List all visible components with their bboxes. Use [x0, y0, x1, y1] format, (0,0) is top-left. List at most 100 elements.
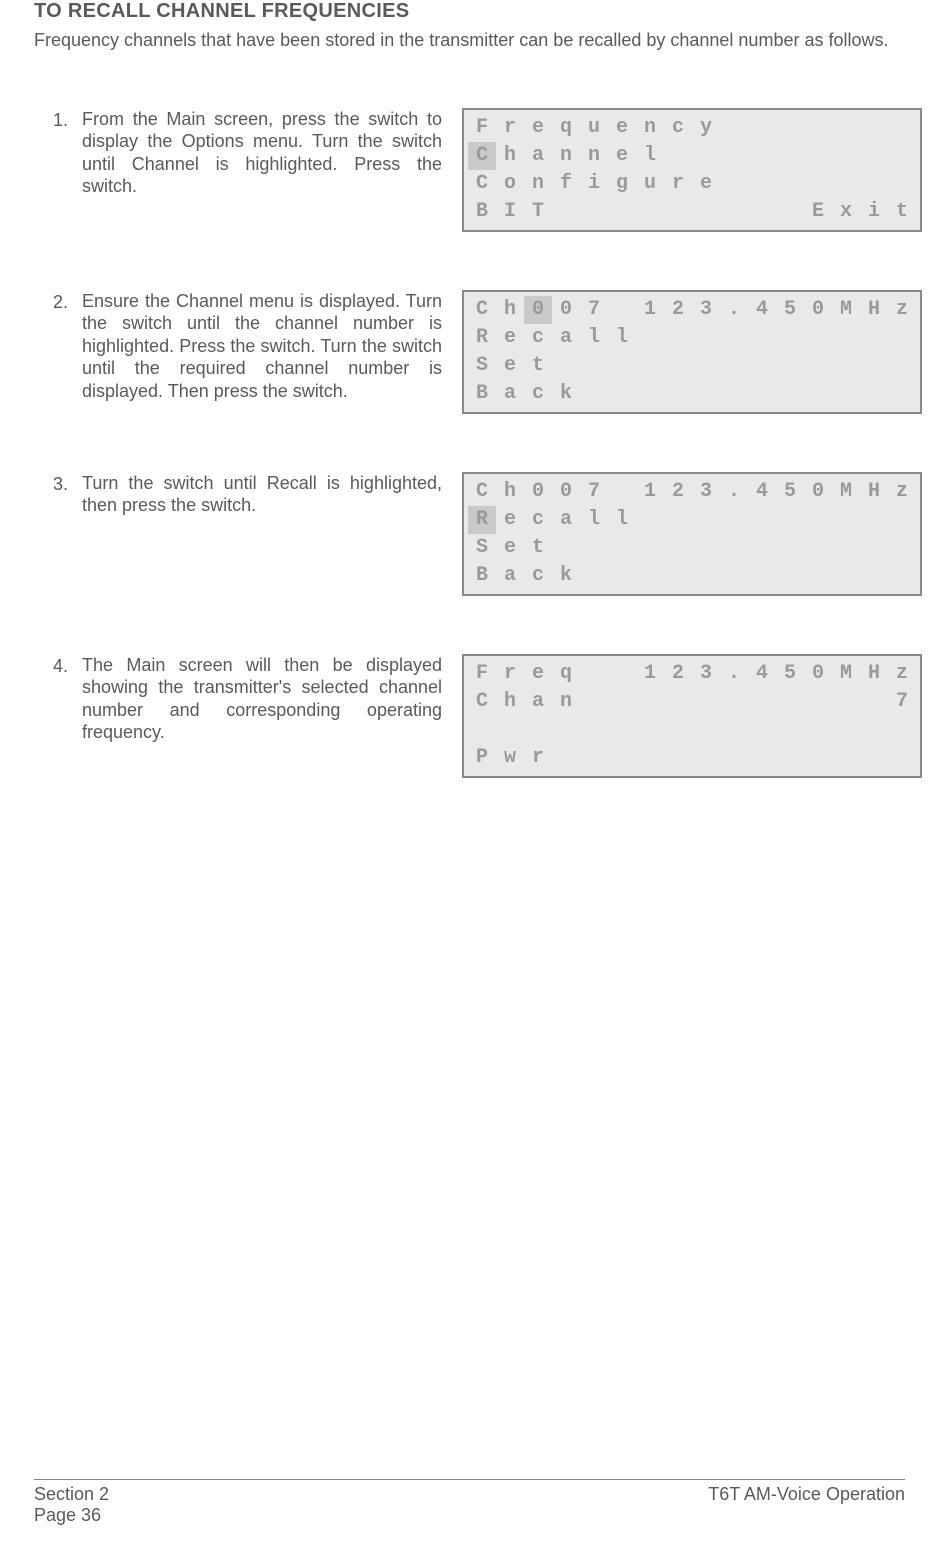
lcd-cell: q — [552, 660, 580, 688]
lcd-cell — [776, 142, 804, 170]
lcd-cell: F — [468, 660, 496, 688]
lcd-cell: e — [692, 170, 720, 198]
lcd-cell — [580, 380, 608, 408]
lcd-cell: n — [552, 688, 580, 716]
lcd-cell — [804, 562, 832, 590]
lcd-cell: c — [524, 562, 552, 590]
lcd-cell: w — [496, 744, 524, 772]
lcd-cell: l — [608, 324, 636, 352]
lcd-cell — [636, 716, 664, 744]
lcd-cell — [748, 352, 776, 380]
lcd-cell: H — [860, 296, 888, 324]
lcd-cell: r — [496, 660, 524, 688]
lcd-row: BITExit — [468, 198, 916, 226]
lcd-cell: a — [496, 380, 524, 408]
lcd-cell: . — [720, 478, 748, 506]
lcd-cell — [720, 716, 748, 744]
lcd-cell — [580, 534, 608, 562]
lcd-cell — [748, 716, 776, 744]
lcd-cell — [692, 198, 720, 226]
lcd-cell: l — [608, 506, 636, 534]
lcd-cell — [552, 716, 580, 744]
lcd-cell — [748, 324, 776, 352]
lcd-cell — [832, 352, 860, 380]
lcd-cell — [888, 170, 916, 198]
lcd-cell — [608, 744, 636, 772]
lcd-cell — [888, 324, 916, 352]
footer-section: Section 2 — [34, 1484, 109, 1505]
lcd-cell: I — [496, 198, 524, 226]
lcd-cell — [636, 352, 664, 380]
step-number: 1. — [34, 108, 82, 131]
lcd-cell — [664, 562, 692, 590]
lcd-cell — [776, 324, 804, 352]
step: 3.Turn the switch until Recall is highli… — [34, 472, 905, 596]
lcd-cell — [720, 562, 748, 590]
lcd-cell — [804, 506, 832, 534]
lcd-cell — [804, 744, 832, 772]
lcd-row: Channel — [468, 142, 916, 170]
lcd-cell: l — [580, 506, 608, 534]
lcd-cell — [692, 562, 720, 590]
lcd-cell: g — [608, 170, 636, 198]
lcd-cell — [692, 534, 720, 562]
lcd-cell: 0 — [524, 296, 552, 324]
lcd-row: Set — [468, 534, 916, 562]
step-text: The Main screen will then be displayed s… — [82, 654, 452, 744]
lcd-cell: H — [860, 478, 888, 506]
lcd-cell: e — [524, 114, 552, 142]
lcd-cell — [636, 324, 664, 352]
lcd-cell — [468, 716, 496, 744]
lcd-cell — [636, 744, 664, 772]
lcd-cell: e — [496, 324, 524, 352]
lcd-cell — [888, 142, 916, 170]
lcd-cell — [860, 114, 888, 142]
lcd-cell: n — [552, 142, 580, 170]
section-title: TO RECALL CHANNEL FREQUENCIES — [34, 0, 905, 23]
lcd-cell: M — [832, 296, 860, 324]
lcd-cell: o — [496, 170, 524, 198]
lcd-cell — [608, 562, 636, 590]
lcd-cell — [888, 506, 916, 534]
lcd-cell — [748, 744, 776, 772]
lcd-cell — [832, 324, 860, 352]
lcd-cell — [636, 688, 664, 716]
lcd-cell — [776, 688, 804, 716]
lcd-cell — [692, 506, 720, 534]
lcd-cell — [636, 198, 664, 226]
lcd-cell: F — [468, 114, 496, 142]
lcd-cell — [720, 688, 748, 716]
lcd-cell — [748, 142, 776, 170]
lcd-cell: 5 — [776, 478, 804, 506]
lcd-cell: h — [496, 296, 524, 324]
lcd-cell — [888, 534, 916, 562]
lcd-cell: z — [888, 296, 916, 324]
lcd-row: Ch007123.450MHz — [468, 478, 916, 506]
lcd-cell: M — [832, 660, 860, 688]
lcd-cell: r — [496, 114, 524, 142]
lcd-cell — [580, 198, 608, 226]
lcd-cell: e — [496, 506, 524, 534]
lcd-cell — [776, 562, 804, 590]
lcd-cell — [692, 716, 720, 744]
lcd-cell: h — [496, 478, 524, 506]
lcd-cell: e — [496, 534, 524, 562]
lcd-cell: S — [468, 352, 496, 380]
lcd-cell — [552, 744, 580, 772]
lcd-cell — [860, 324, 888, 352]
lcd-cell: B — [468, 198, 496, 226]
lcd-display: Ch007123.450MHzRecallSetBack — [462, 472, 922, 596]
lcd-cell — [804, 534, 832, 562]
lcd-row: Set — [468, 352, 916, 380]
lcd-cell — [664, 324, 692, 352]
lcd-display: Ch007123.450MHzRecallSetBack — [462, 290, 922, 414]
lcd-cell — [608, 352, 636, 380]
lcd-cell: c — [524, 506, 552, 534]
lcd-cell — [832, 142, 860, 170]
step-number: 2. — [34, 290, 82, 313]
lcd-cell — [720, 744, 748, 772]
lcd-cell: S — [468, 534, 496, 562]
lcd-cell: B — [468, 380, 496, 408]
lcd-cell: e — [496, 352, 524, 380]
lcd-cell — [748, 114, 776, 142]
